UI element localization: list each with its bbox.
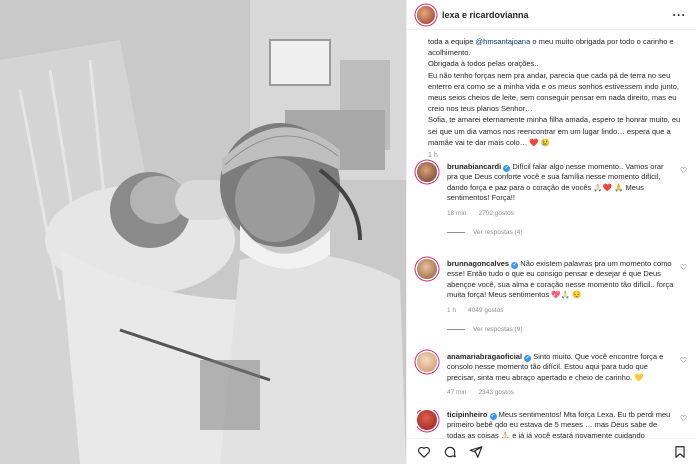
- comment-avatar[interactable]: [417, 162, 437, 182]
- mention-link[interactable]: @hmsantajoana: [476, 37, 531, 46]
- verified-icon: ✓: [489, 413, 497, 420]
- comment-likes[interactable]: 2702 gostos: [479, 210, 514, 217]
- view-replies-label[interactable]: Ver respostas (4): [473, 229, 523, 236]
- post-header: lexa e ricardovianna ···: [407, 0, 696, 30]
- caption-line-1: toda a equipe @hmsantajoana o meu muito …: [428, 36, 686, 58]
- heart-icon[interactable]: ♡: [680, 414, 687, 423]
- comment-time: 47 min: [447, 389, 467, 397]
- photo-illustration: [0, 0, 406, 464]
- comment-likes[interactable]: 4049 gostos: [468, 307, 503, 314]
- comment-likes[interactable]: 2343 gostos: [479, 389, 514, 396]
- caption-text: toda a equipe: [428, 37, 476, 46]
- more-icon[interactable]: ···: [673, 8, 687, 22]
- post-actions: [407, 438, 696, 464]
- heart-icon[interactable]: ♡: [680, 356, 687, 365]
- comment-username[interactable]: anamariabragaoficial: [447, 352, 522, 361]
- comment-username[interactable]: brunabiancardi: [447, 162, 501, 171]
- caption-line-2: Obrigada à todos pelas orações..: [428, 59, 539, 69]
- replies-divider: [447, 328, 465, 330]
- share-icon[interactable]: [469, 445, 483, 459]
- heart-icon[interactable]: [417, 445, 431, 459]
- comment-body: ticipinheiro ✓ Meus sentimentos! Mta for…: [447, 410, 675, 438]
- comment-body: anamariabragaoficial ✓ Sinto muito. Que …: [447, 352, 675, 383]
- post-panel: lexa e ricardovianna ··· toda a equipe @…: [406, 0, 696, 464]
- comment-avatar[interactable]: [417, 410, 437, 430]
- comment-body: brunabiancardi ✓ Difícil falar algo ness…: [447, 162, 675, 204]
- heart-icon[interactable]: ♡: [680, 166, 687, 175]
- save-icon[interactable]: [673, 445, 687, 459]
- view-replies[interactable]: Ver respostas (9): [447, 326, 689, 333]
- heart-icon[interactable]: ♡: [680, 263, 687, 272]
- comment-username[interactable]: ticipinheiro: [447, 410, 487, 419]
- comment-time: 1 h: [447, 306, 457, 314]
- view-replies[interactable]: Ver respostas (4): [447, 229, 689, 236]
- comment-avatar[interactable]: [417, 352, 437, 372]
- comment-item: brunabiancardi ✓ Difícil falar algo ness…: [417, 162, 689, 236]
- author-name[interactable]: lexa e ricardovianna: [442, 10, 529, 20]
- comment-avatar[interactable]: [417, 259, 437, 279]
- caption-line-4: Sofia, te amarei eternamente minha filha…: [428, 115, 681, 147]
- caption-time: 1 h: [428, 152, 438, 160]
- caption-line-3: Eu não tenho forças nem pra andar, parec…: [428, 70, 679, 114]
- comment-meta: 18 min 2702 gostos: [447, 210, 689, 217]
- comment-item: ticipinheiro ✓ Meus sentimentos! Mta for…: [417, 410, 689, 438]
- comment-meta: 1 h 4049 gostos: [447, 307, 689, 314]
- comment-time: 18 min: [447, 209, 467, 217]
- comment-meta: 47 min 2343 gostos: [447, 389, 689, 396]
- post-caption: toda a equipe @hmsantajoana o meu muito …: [407, 30, 696, 148]
- replies-divider: [447, 231, 465, 233]
- comment-icon[interactable]: [443, 445, 457, 459]
- comment-body: brunnagoncalves ✓ Não existem palavras p…: [447, 259, 675, 301]
- author-avatar[interactable]: [417, 5, 435, 24]
- comment-item: anamariabragaoficial ✓ Sinto muito. Que …: [417, 352, 689, 396]
- view-replies-label[interactable]: Ver respostas (9): [473, 326, 523, 333]
- comment-username[interactable]: brunnagoncalves: [447, 259, 509, 268]
- post-photo[interactable]: [0, 0, 406, 464]
- comment-item: brunnagoncalves ✓ Não existem palavras p…: [417, 259, 689, 333]
